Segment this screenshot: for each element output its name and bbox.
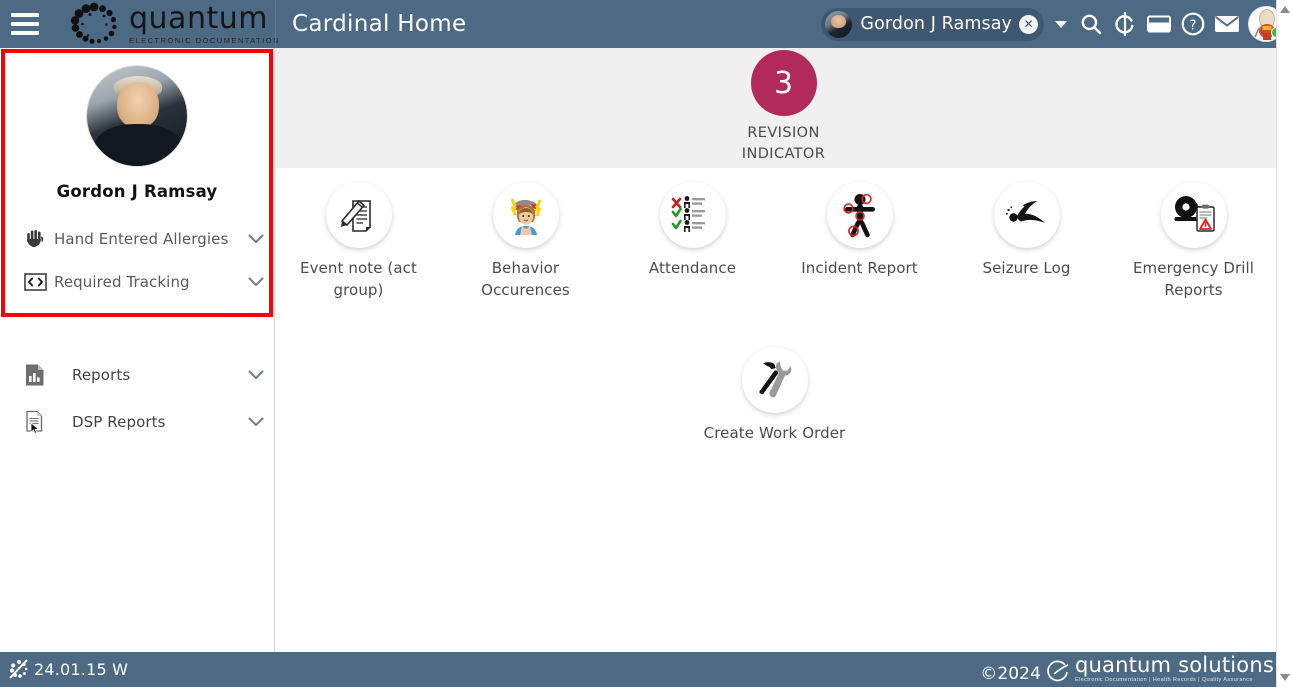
photo-face [117, 82, 159, 128]
patient-chip[interactable]: Gordon J Ramsay ✕ [821, 7, 1052, 50]
footer-brand-group: ©2024 quantum solutions Electronic Docum… [980, 655, 1274, 684]
brand-tagline: ELECTRONIC DOCUMENTATION [129, 35, 281, 45]
brand-name: quantum [129, 0, 268, 36]
refresh-icon[interactable] [1108, 0, 1142, 48]
sidebar-item-dsp-reports[interactable]: DSP Reports [0, 398, 274, 445]
quantum-solutions-swirl-icon [1047, 660, 1069, 681]
tile-event-note[interactable]: Event note (act group) [275, 176, 442, 301]
app-version: 24.01.15 W [34, 660, 129, 679]
revision-count-badge[interactable]: 3 [750, 50, 817, 116]
sidebar-item-label: Reports [72, 365, 131, 384]
tile-label: Create Work Order [703, 424, 846, 443]
tile-label: Emergency Drill Reports [1132, 259, 1255, 300]
patient-chip-avatar [825, 10, 853, 38]
tile-label: Incident Report [801, 259, 918, 277]
quantum-small-icon [9, 658, 28, 679]
chevron-down-icon[interactable] [238, 234, 274, 244]
tile-emergency-drill-reports[interactable]: Emergency Drill Reports [1110, 176, 1277, 301]
patient-photo [87, 66, 187, 166]
sidebar-item-label: Hand Entered Allergies [54, 229, 229, 248]
seizure-wave-icon [993, 182, 1060, 248]
sidebar-item-required-tracking[interactable]: Required Tracking [0, 260, 274, 303]
chevron-down-icon[interactable] [238, 417, 274, 427]
tile-label: Seizure Log [982, 259, 1071, 277]
mail-icon[interactable] [1210, 0, 1244, 48]
vertical-scrollbar[interactable] [1276, 0, 1292, 687]
document-cursor-icon [24, 410, 54, 434]
patient-name: Gordon J Ramsay [56, 182, 218, 201]
tile-label: Attendance [648, 259, 737, 277]
svg-text:?: ? [1190, 18, 1197, 33]
tile-behavior-occurences[interactable]: Behavior Occurences [442, 176, 609, 301]
tile-seizure-log[interactable]: Seizure Log [943, 176, 1110, 301]
pencil-document-icon [325, 182, 392, 248]
dropdown-caret-icon[interactable] [1050, 21, 1072, 28]
tile-grid-row-2: Create Work Order [691, 333, 1292, 444]
hammer-wrench-icon [741, 347, 808, 414]
injury-body-icon [826, 182, 893, 248]
footer-brand-tagline: Electronic Documentation | Health Record… [1075, 677, 1253, 684]
sidebar-item-label: DSP Reports [72, 412, 166, 431]
sidebar-item-hand-entered-allergies[interactable]: Hand Entered Allergies [0, 217, 274, 260]
footer-version-group: 24.01.15 W [8, 658, 128, 682]
help-icon[interactable]: ? [1176, 0, 1210, 48]
sidebar: Gordon J Ramsay Hand Entered Allergies R… [0, 48, 275, 652]
code-brackets-icon [24, 272, 54, 292]
quantum-dots-icon [70, 2, 117, 44]
patient-chip-name: Gordon J Ramsay [860, 14, 1012, 34]
attendance-checklist-icon [659, 182, 726, 248]
tile-label: Event note (act group) [300, 259, 417, 300]
sidebar-item-reports[interactable]: Reports [0, 351, 274, 398]
close-icon[interactable]: ✕ [1019, 14, 1038, 34]
hamburger-bar [11, 31, 39, 35]
tile-attendance[interactable]: Attendance [609, 176, 776, 301]
hamburger-bar [11, 22, 39, 26]
hamburger-menu-icon[interactable] [0, 0, 46, 48]
body-wrapper: Gordon J Ramsay Hand Entered Allergies R… [0, 48, 1292, 652]
revision-label-line1: REVISION [747, 125, 820, 141]
revision-indicator-banner: 3 REVISION INDICATOR [275, 48, 1292, 168]
reports-nav-list: Reports DSP Reports [0, 351, 274, 445]
scroll-up-arrow-icon[interactable] [1280, 6, 1290, 13]
window-icon[interactable] [1142, 0, 1176, 48]
application-window: quantum ELECTRONIC DOCUMENTATION Cardina… [0, 0, 1292, 687]
app-footer: 24.01.15 W ©2024 quantum solutions Elect… [0, 652, 1292, 687]
brand-logo[interactable]: quantum ELECTRONIC DOCUMENTATION [68, 2, 280, 46]
footer-brand-name: quantum solutions [1075, 653, 1274, 678]
alarm-clipboard-icon [1160, 182, 1227, 248]
sidebar-item-label: Required Tracking [54, 272, 190, 291]
header-divider [275, 0, 276, 48]
header-actions: Gordon J Ramsay ✕ ? [821, 0, 1292, 50]
hamburger-bar [11, 13, 39, 17]
person-stress-icon [492, 182, 559, 248]
tile-label: Behavior Occurences [481, 259, 570, 300]
patient-nav-list: Hand Entered Allergies Required Tracking [0, 217, 274, 303]
scroll-down-arrow-icon[interactable] [1280, 674, 1290, 681]
search-icon[interactable] [1074, 0, 1108, 48]
page-title: Cardinal Home [292, 11, 467, 37]
photo-body [95, 124, 181, 166]
app-header: quantum ELECTRONIC DOCUMENTATION Cardina… [0, 0, 1292, 50]
copyright-text: ©2024 [980, 663, 1041, 684]
patient-card: Gordon J Ramsay [0, 48, 274, 201]
hand-icon [24, 228, 54, 250]
tile-create-work-order[interactable]: Create Work Order [691, 341, 858, 444]
chevron-down-icon[interactable] [238, 370, 274, 380]
chevron-down-icon[interactable] [238, 277, 274, 287]
tile-incident-report[interactable]: Incident Report [776, 176, 943, 301]
tile-grid-row-1: Event note (act group) Behavior Occurenc… [275, 168, 1292, 301]
main-content: 3 REVISION INDICATOR Event note (act gro… [275, 48, 1292, 652]
bar-chart-document-icon [24, 363, 54, 387]
revision-label-line2: INDICATOR [741, 146, 826, 162]
